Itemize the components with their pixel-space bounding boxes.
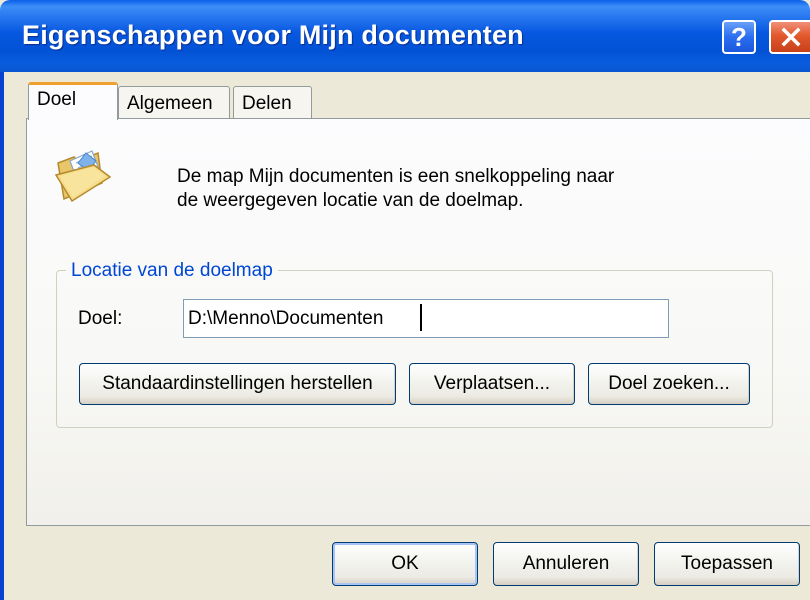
close-icon [780, 26, 802, 48]
group-legend: Locatie van de doelmap [66, 260, 278, 282]
help-button[interactable]: ? [722, 20, 756, 54]
window-title: Eigenschappen voor Mijn documenten [22, 20, 524, 50]
description-line-1: De map Mijn documenten is een snelkoppel… [177, 166, 615, 187]
tab-algemeen[interactable]: Algemeen [118, 86, 230, 119]
ok-button[interactable]: OK [332, 542, 478, 586]
title-bar[interactable]: Eigenschappen voor Mijn documenten ? [0, 0, 810, 72]
help-icon: ? [731, 22, 747, 52]
doel-path-input[interactable] [183, 299, 669, 338]
folder-documents-icon [52, 143, 118, 214]
tab-algemeen-label: Algemeen [127, 93, 213, 114]
description-line-2: de weergegeven locatie van de doelmap. [177, 190, 524, 211]
text-caret [420, 304, 422, 331]
cancel-button[interactable]: Annuleren [493, 542, 639, 586]
apply-button[interactable]: Toepassen [654, 542, 800, 586]
tab-delen[interactable]: Delen [233, 86, 312, 119]
doel-label: Doel: [78, 308, 123, 329]
move-button[interactable]: Verplaatsen... [409, 363, 575, 405]
description-text: De map Mijn documenten is een snelkoppel… [177, 165, 614, 213]
window-frame-left [0, 72, 4, 600]
tab-doel[interactable]: Doel [28, 82, 118, 120]
tab-doel-label: Doel [37, 89, 77, 110]
close-button[interactable] [769, 20, 810, 54]
restore-defaults-button[interactable]: Standaardinstellingen herstellen [79, 363, 396, 405]
find-target-button[interactable]: Doel zoeken... [588, 363, 750, 405]
properties-dialog: Eigenschappen voor Mijn documenten ? Doe… [0, 0, 810, 600]
tab-delen-label: Delen [242, 93, 292, 114]
